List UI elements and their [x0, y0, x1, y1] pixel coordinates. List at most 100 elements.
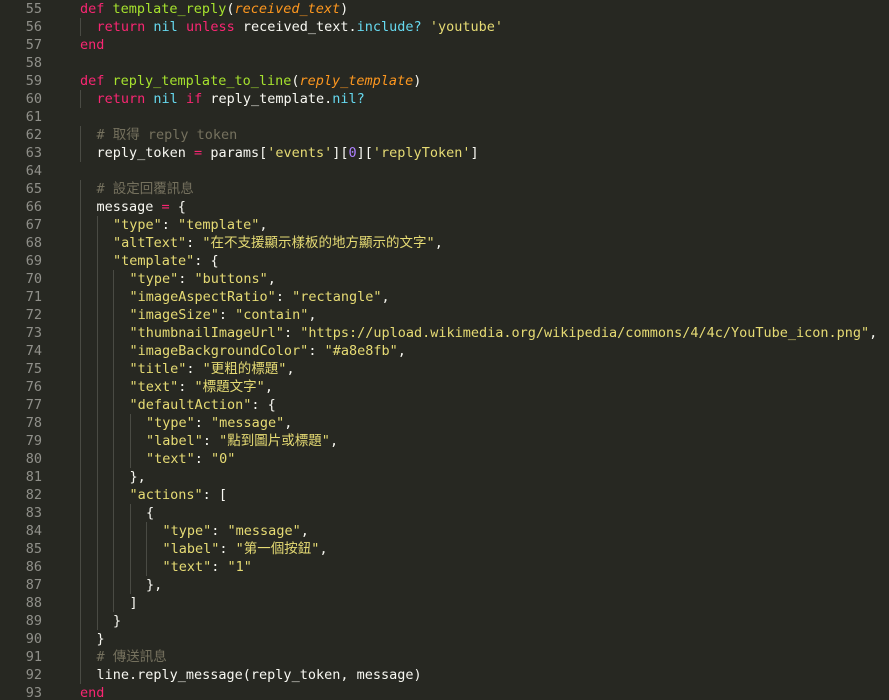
code-token: , [300, 523, 309, 539]
code-line[interactable]: 63 reply_token = params['events'][0]['rep… [0, 144, 889, 162]
line-content: ] [130, 594, 138, 612]
code-line[interactable]: 88] [0, 594, 889, 612]
code-token: , [259, 217, 268, 233]
code-token: "title" [129, 361, 187, 377]
indent-guide [113, 540, 114, 558]
indent-guide [113, 576, 114, 594]
code-line[interactable]: 67 "type": "template", [0, 216, 889, 234]
code-line[interactable]: 69 "template": { [0, 252, 889, 270]
code-token: # 設定回覆訊息 [96, 181, 194, 197]
code-line[interactable]: 83 { [0, 504, 889, 522]
code-token: "type" [129, 271, 179, 287]
code-line[interactable]: 64 [0, 162, 889, 180]
code-line[interactable]: 74 "imageBackgroundColor": "#a8e8fb", [0, 342, 889, 360]
code-line[interactable]: 87}, [0, 576, 889, 594]
line-number: 69 [25, 253, 42, 269]
code-token: : [218, 307, 236, 323]
code-line[interactable]: 70 "type": "buttons", [0, 270, 889, 288]
indent-guide [113, 522, 114, 540]
indent-guide [113, 396, 114, 414]
code-line[interactable]: 60 return nil if reply_template.nil? [0, 90, 889, 108]
code-line[interactable]: 79 "label": "點到圖片或標題", [0, 432, 889, 450]
code-line[interactable]: 86 "text": "1" [0, 558, 889, 576]
line-number: 68 [25, 235, 42, 251]
line-content: return nil unless received_text.include?… [97, 18, 503, 36]
code-token: , [397, 343, 406, 359]
code-token: end [80, 685, 105, 700]
code-line[interactable]: 59 def reply_template_to_line(reply_templ… [0, 72, 889, 90]
code-token: message [96, 199, 162, 215]
code-line[interactable]: 58 [0, 54, 889, 72]
code-token: "text" [129, 379, 179, 395]
code-token: : [202, 433, 220, 449]
code-line[interactable]: 72 "imageSize": "contain", [0, 306, 889, 324]
code-token: = [194, 145, 203, 161]
code-line[interactable]: 93 end [0, 684, 889, 700]
code-line[interactable]: 81}, [0, 468, 889, 486]
code-token: : [308, 343, 325, 359]
code-line[interactable]: 75 "title": "更粗的標題", [0, 360, 889, 378]
line-content: "thumbnailImageUrl": "https://upload.wik… [130, 324, 878, 342]
line-number: 83 [25, 505, 42, 521]
line-content: "title": "更粗的標題", [130, 360, 295, 378]
code-line[interactable]: 55 def template_reply(received_text) [0, 0, 889, 18]
code-token: : { [251, 397, 276, 413]
code-line[interactable]: 62 # 取得 reply token [0, 126, 889, 144]
indent-guide [80, 234, 81, 252]
code-token: : [194, 451, 212, 467]
code-line[interactable]: 84 "type": "message", [0, 522, 889, 540]
code-token: 'youtube' [429, 19, 503, 35]
line-content: }, [130, 468, 146, 486]
line-content: "text": "1" [163, 558, 252, 576]
code-token: , [267, 271, 276, 287]
line-content: "text": "0" [146, 450, 235, 468]
indent-guide [129, 540, 131, 558]
indent-guide [113, 486, 114, 504]
code-line[interactable]: 90} [0, 630, 889, 648]
code-line[interactable]: 73 "thumbnailImageUrl": "https://upload.w… [0, 324, 889, 342]
line-number: 77 [25, 397, 42, 413]
line-number: 67 [25, 217, 42, 233]
code-line[interactable]: 61 [0, 108, 889, 126]
line-content: # 設定回覆訊息 [97, 180, 194, 198]
code-line[interactable]: 66 message = { [0, 198, 889, 216]
code-token: "message" [211, 415, 285, 431]
indent-guide [80, 522, 81, 540]
code-token: reply_template_to_line [112, 73, 292, 89]
indent-guide [96, 216, 98, 234]
code-token: "https://upload.wikimedia.org/wikipedia/… [300, 325, 870, 341]
code-line[interactable]: 68 "altText": "在不支援顯示樣板的地方顯示的文字", [0, 234, 889, 252]
code-line[interactable]: 56 return nil unless received_text.includ… [0, 18, 889, 36]
code-line[interactable]: 82 "actions": [ [0, 486, 889, 504]
line-number: 82 [25, 487, 42, 503]
code-line[interactable]: 85 "label": "第一個按鈕", [0, 540, 889, 558]
line-content: return nil if reply_template.nil? [97, 90, 365, 108]
indent-guide [80, 504, 81, 522]
code-token: ] [470, 145, 479, 161]
code-line[interactable]: 92 line.reply_message(reply_token, messag… [0, 666, 889, 684]
code-line[interactable]: 80 "text": "0" [0, 450, 889, 468]
indent-guide [80, 432, 81, 450]
code-line[interactable]: 77 "defaultAction": { [0, 396, 889, 414]
line-number: 60 [25, 91, 42, 107]
code-line[interactable]: 65 # 設定回覆訊息 [0, 180, 889, 198]
code-line[interactable]: 76 "text": "標題文字", [0, 378, 889, 396]
code-editor[interactable]: 55 def template_reply(received_text) 56 ret… [0, 0, 889, 700]
indent-guide [96, 504, 98, 522]
code-line[interactable]: 78 "type": "message", [0, 414, 889, 432]
code-line[interactable]: 89} [0, 612, 889, 630]
code-line[interactable]: 57 end [0, 36, 889, 54]
indent-guide [113, 468, 114, 486]
indent-guide [129, 504, 131, 522]
indent-guide [113, 504, 114, 522]
code-line[interactable]: 91 # 傳送訊息 [0, 648, 889, 666]
indent-guide [80, 630, 81, 648]
indent-guide [129, 558, 131, 576]
line-content: "type": "message", [146, 414, 292, 432]
indent-guide [80, 648, 81, 666]
code-line[interactable]: 71 "imageAspectRatio": "rectangle", [0, 288, 889, 306]
indent-guide [96, 288, 98, 306]
line-number: 64 [25, 163, 42, 179]
indent-guide [113, 288, 114, 306]
